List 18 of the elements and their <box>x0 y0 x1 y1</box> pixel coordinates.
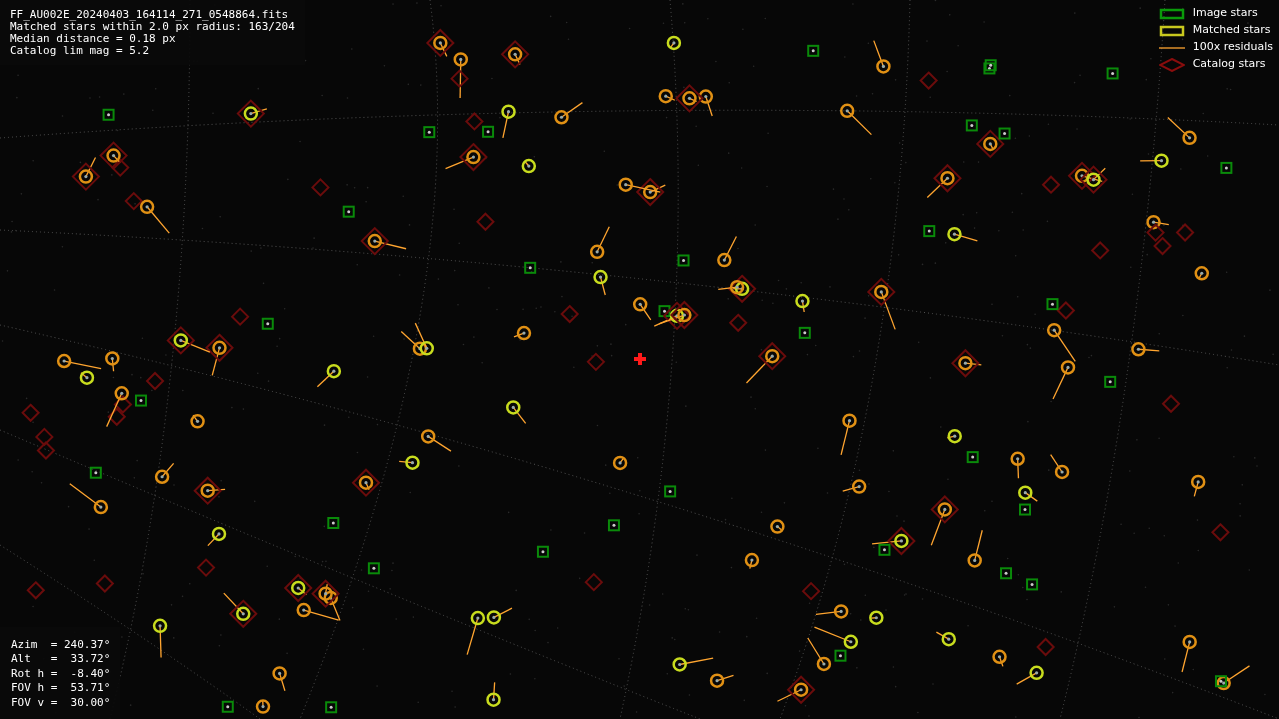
line-icon <box>1158 46 1185 49</box>
legend-label: Image stars <box>1192 5 1258 22</box>
info-text: FF_AU002E_20240403_164114_271_0548864.fits <box>10 9 290 21</box>
info-text: Median distance = 0.18 px <box>10 33 177 45</box>
outline-rect-icon <box>1158 23 1185 38</box>
pointing-text: Rot h = -8.40° <box>11 666 111 681</box>
pointing-text: FOV v = 30.00° <box>11 695 111 710</box>
legend-label: 100x residuals <box>1192 39 1273 56</box>
pointing-text: Alt = 33.72° <box>11 652 111 667</box>
pointing-text: Azim = 240.37° <box>11 637 111 652</box>
crosshair-icon <box>634 353 646 365</box>
diamond-icon <box>1158 57 1185 72</box>
info-text: Catalog lim mag = 5.2 <box>10 45 151 57</box>
rectangle-icon <box>1158 6 1185 21</box>
legend-label: Matched stars <box>1192 22 1271 39</box>
legend-label: Catalog stars <box>1192 56 1266 73</box>
info-text: Matched stars within 2.0 px radius: 163/204 <box>10 21 295 33</box>
pointing-text: FOV h = 53.71° <box>11 681 111 696</box>
